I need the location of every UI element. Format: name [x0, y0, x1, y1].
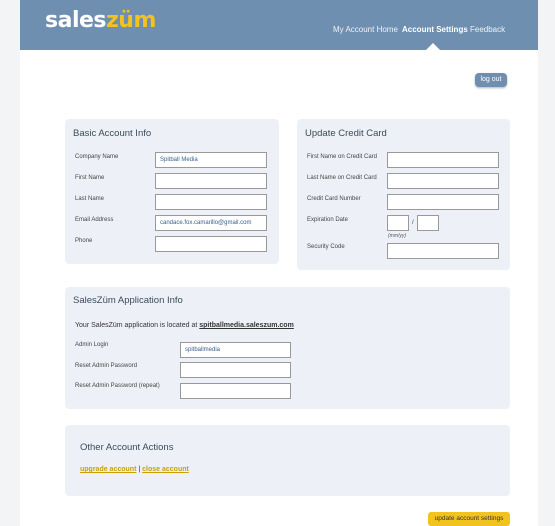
basic-account-info-title: Basic Account Info	[73, 128, 152, 139]
last-name-label: Last Name	[75, 196, 105, 202]
update-credit-card-panel: Update Credit Card First Name on Credit …	[297, 119, 510, 270]
reset-password-field[interactable]	[180, 362, 291, 378]
email-address-label: Email Address	[75, 217, 114, 223]
basic-account-info-panel: Basic Account Info Company Name Spitball…	[65, 119, 279, 264]
nav-my-account-home[interactable]: My Account Home	[333, 25, 398, 34]
phone-field[interactable]	[155, 236, 267, 252]
account-actions-links: upgrade account | close account	[80, 466, 189, 473]
expiration-separator: /	[412, 220, 414, 226]
top-header: saleszüm My Account Home Account Setting…	[20, 0, 538, 50]
last-name-field[interactable]	[155, 194, 267, 210]
first-name-field[interactable]	[155, 173, 267, 189]
update-account-settings-button[interactable]: update account settings	[428, 512, 510, 526]
application-url-link[interactable]: spitballmedia.saleszum.com	[199, 322, 294, 329]
company-name-field[interactable]: Spitball Media	[155, 152, 267, 168]
active-nav-indicator	[426, 43, 440, 50]
saleszum-logo[interactable]: saleszüm	[45, 8, 156, 33]
phone-label: Phone	[75, 238, 93, 244]
company-name-label: Company Name	[75, 154, 119, 160]
cc-last-name-field[interactable]	[387, 173, 499, 189]
reset-password-repeat-label: Reset Admin Password (repeat)	[75, 383, 160, 389]
admin-login-field[interactable]: spitballmedia	[180, 342, 291, 358]
logo-text-zum: züm	[106, 8, 156, 33]
application-location-text: Your SalesZüm application is located at …	[75, 322, 294, 329]
expiration-month-field[interactable]	[387, 215, 409, 231]
upgrade-account-link[interactable]: upgrade account	[80, 466, 136, 473]
expiration-year-field[interactable]	[417, 215, 439, 231]
cc-first-name-label: First Name on Credit Card	[307, 154, 378, 160]
reset-password-repeat-field[interactable]	[180, 383, 291, 399]
cc-number-label: Credit Card Number	[307, 196, 361, 202]
admin-login-label: Admin Login	[75, 342, 109, 348]
email-address-field[interactable]: candace.fox.camarillo@gmail.com	[155, 215, 267, 231]
close-account-link[interactable]: close account	[142, 466, 189, 473]
application-info-title: SalesZüm Application Info	[73, 295, 183, 306]
actions-separator: |	[138, 466, 141, 473]
other-account-actions-title: Other Account Actions	[80, 442, 174, 453]
security-code-label: Security Code	[307, 244, 345, 250]
update-credit-card-title: Update Credit Card	[305, 128, 387, 139]
logo-text-sales: sales	[45, 8, 107, 33]
application-info-panel: SalesZüm Application Info Your SalesZüm …	[65, 287, 510, 409]
reset-password-label: Reset Admin Password	[75, 363, 138, 369]
nav-feedback[interactable]: Feedback	[470, 25, 505, 34]
application-location-prefix: Your SalesZüm application is located at	[75, 322, 198, 329]
cc-first-name-field[interactable]	[387, 152, 499, 168]
first-name-label: First Name	[75, 175, 105, 181]
logout-button[interactable]: log out	[475, 73, 507, 87]
cc-number-field[interactable]	[387, 194, 499, 210]
expiration-date-label: Expiration Date	[307, 217, 349, 223]
cc-last-name-label: Last Name on Credit Card	[307, 175, 377, 181]
expiration-format-hint: (mm/yy)	[388, 233, 407, 239]
security-code-field[interactable]	[387, 243, 499, 259]
other-account-actions-panel: Other Account Actions upgrade account | …	[65, 425, 510, 496]
nav-account-settings[interactable]: Account Settings	[402, 25, 468, 34]
